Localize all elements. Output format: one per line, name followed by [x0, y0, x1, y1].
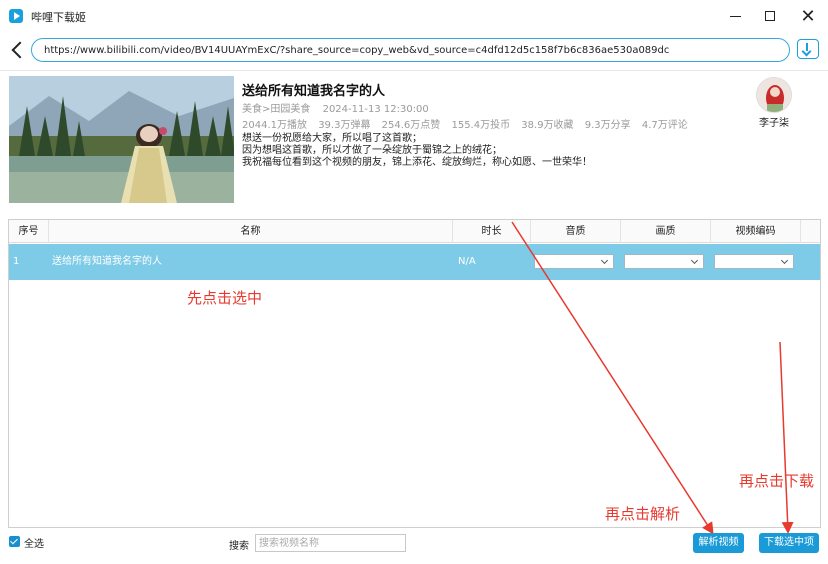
stat-likes: 254.6万点赞 [381, 120, 441, 131]
search-label: 搜索 [229, 541, 249, 552]
title-bar: 哔哩下载姬 ✕ [0, 0, 828, 33]
video-category: 美食>田园美食 [242, 104, 311, 115]
description-line: 想送一份祝愿给大家，所以唱了这首歌； [242, 133, 422, 144]
video-meta: 美食>田园美食 2024-11-13 12:30:00 [242, 100, 438, 115]
stat-danmaku: 39.3万弹幕 [318, 120, 371, 131]
annotation-step-1: 先点击选中 [187, 289, 263, 307]
description-line: 我祝福每位看到这个视频的朋友，锦上添花、绽放绚烂，称心如愿、一世荣华！ [242, 157, 592, 168]
video-thumbnail [9, 76, 234, 203]
video-date: 2024-11-13 12:30:00 [322, 104, 429, 115]
stat-views: 2044.1万播放 [242, 120, 307, 131]
description-line: 因为想唱这首歌，所以才做了一朵绽放于蜀锦之上的绒花； [242, 145, 502, 156]
maximize-icon [765, 11, 775, 21]
stat-favorites: 38.9万收藏 [521, 120, 574, 131]
stat-shares: 9.3万分享 [584, 120, 631, 131]
audio-quality-select[interactable] [534, 254, 614, 269]
column-header-name[interactable]: 名称 [49, 220, 453, 243]
annotation-step-3: 再点击下载 [739, 472, 815, 490]
select-all-checkbox[interactable] [9, 536, 20, 547]
column-header-audio[interactable]: 音质 [531, 220, 621, 243]
maximize-button[interactable] [753, 4, 787, 28]
app-title: 哔哩下载姬 [31, 11, 86, 24]
table-header: 序号 名称 时长 音质 画质 视频编码 [9, 220, 820, 243]
video-quality-select[interactable] [624, 254, 704, 269]
author-name[interactable]: 李子柒 [748, 114, 800, 129]
video-stats: 2044.1万播放 39.3万弹幕 254.6万点赞 155.4万投币 38.9… [242, 116, 696, 131]
row-name: 送给所有知道我名字的人 [52, 256, 162, 267]
video-codec-select[interactable] [714, 254, 794, 269]
download-selected-button[interactable]: 下载选中项 [759, 533, 819, 553]
column-header-codec[interactable]: 视频编码 [711, 220, 801, 243]
stat-coins: 155.4万投币 [451, 120, 511, 131]
parse-video-button[interactable]: 解析视频 [693, 533, 744, 553]
column-header-duration[interactable]: 时长 [453, 220, 531, 243]
minimize-button[interactable] [718, 4, 752, 28]
video-description: 想送一份祝愿给大家，所以唱了这首歌； 因为想唱这首歌，所以才做了一朵绽放于蜀锦之… [242, 133, 592, 169]
column-header-quality[interactable]: 画质 [621, 220, 711, 243]
video-table: 序号 名称 时长 音质 画质 视频编码 1 送给所有知道我名字的人 N/A [8, 219, 821, 528]
stat-comments: 4.7万评论 [641, 120, 688, 131]
column-header-index[interactable]: 序号 [9, 220, 49, 243]
author-avatar[interactable] [756, 77, 792, 113]
annotation-step-2: 再点击解析 [605, 505, 681, 523]
row-duration: N/A [458, 256, 476, 267]
url-input[interactable] [31, 38, 790, 62]
download-manager-icon[interactable] [797, 39, 819, 59]
row-index: 1 [13, 256, 20, 267]
close-button[interactable]: ✕ [791, 4, 825, 28]
minimize-icon [729, 15, 741, 17]
back-button[interactable] [11, 41, 25, 59]
table-row[interactable]: 1 送给所有知道我名字的人 N/A [9, 244, 820, 280]
divider [0, 70, 828, 71]
app-logo-icon [9, 9, 23, 23]
search-input[interactable] [255, 534, 406, 552]
video-title: 送给所有知道我名字的人 [242, 84, 386, 99]
select-all-label[interactable]: 全选 [24, 535, 44, 550]
